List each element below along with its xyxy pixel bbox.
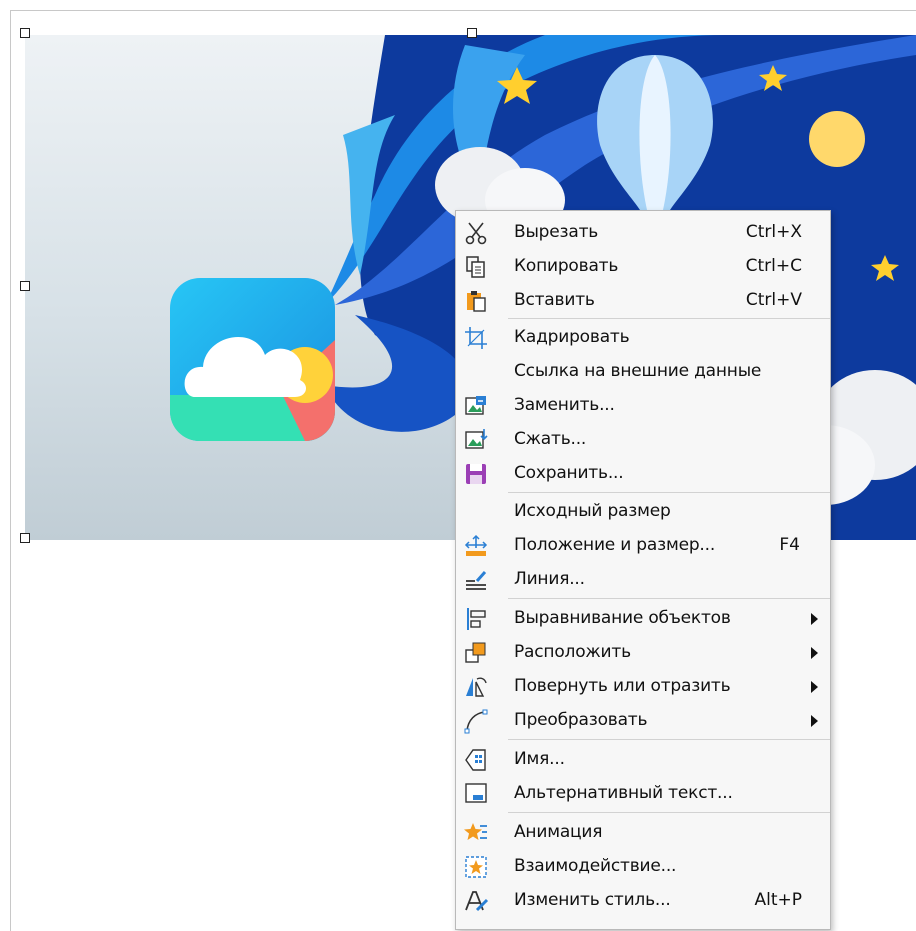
menu-separator xyxy=(508,739,830,740)
menu-item-animation[interactable]: Анимация xyxy=(456,816,830,850)
menu-item-convert[interactable]: Преобразовать xyxy=(456,704,830,738)
menu-item-align-objects[interactable]: Выравнивание объектов xyxy=(456,602,830,636)
menu-item-external-link[interactable]: Ссылка на внешние данные xyxy=(456,355,830,389)
context-menu: Вырезать Ctrl+X Копировать Ctrl+C Встави… xyxy=(455,210,831,930)
animation-icon xyxy=(462,820,490,846)
menu-item-cut[interactable]: Вырезать Ctrl+X xyxy=(456,216,830,250)
menu-item-replace[interactable]: Заменить... xyxy=(456,389,830,423)
scissors-icon xyxy=(462,220,490,246)
menu-separator xyxy=(508,318,830,319)
menu-item-save[interactable]: Сохранить... xyxy=(456,457,830,491)
menu-item-rotate-flip[interactable]: Повернуть или отразить xyxy=(456,670,830,704)
menu-item-position-size[interactable]: Положение и размер... F4 xyxy=(456,529,830,563)
copy-icon xyxy=(462,254,490,280)
name-icon xyxy=(462,747,490,773)
alt-text-icon xyxy=(462,781,490,807)
menu-item-compress[interactable]: Сжать... xyxy=(456,423,830,457)
menu-item-crop[interactable]: Кадрировать xyxy=(456,321,830,355)
line-icon xyxy=(462,567,490,593)
menu-item-original-size[interactable]: Исходный размер xyxy=(456,495,830,529)
menu-item-edit-style[interactable]: Изменить стиль... Alt+P xyxy=(456,884,830,918)
resize-handle-top-left[interactable] xyxy=(20,28,30,38)
crop-icon xyxy=(462,325,490,351)
menu-item-paste[interactable]: Вставить Ctrl+V xyxy=(456,284,830,318)
menu-separator xyxy=(508,812,830,813)
menu-separator xyxy=(508,598,830,599)
align-objects-icon xyxy=(462,606,490,632)
menu-item-copy[interactable]: Копировать Ctrl+C xyxy=(456,250,830,284)
interaction-icon xyxy=(462,854,490,880)
menu-item-name[interactable]: Имя... xyxy=(456,743,830,777)
position-size-icon xyxy=(462,533,490,559)
compress-image-icon xyxy=(462,427,490,453)
submenu-arrow-icon xyxy=(811,681,818,693)
resize-handle-middle-left[interactable] xyxy=(20,281,30,291)
resize-handle-top-middle[interactable] xyxy=(467,28,477,38)
resize-handle-bottom-left[interactable] xyxy=(20,533,30,543)
menu-separator xyxy=(508,492,830,493)
convert-icon xyxy=(462,708,490,734)
submenu-arrow-icon xyxy=(811,613,818,625)
submenu-arrow-icon xyxy=(811,647,818,659)
menu-item-arrange[interactable]: Расположить xyxy=(456,636,830,670)
menu-item-alt-text[interactable]: Альтернативный текст... xyxy=(456,777,830,811)
replace-image-icon xyxy=(462,393,490,419)
menu-item-interaction[interactable]: Взаимодействие... xyxy=(456,850,830,884)
save-icon xyxy=(462,461,490,487)
moon xyxy=(809,111,865,167)
edit-style-icon xyxy=(462,888,490,914)
arrange-icon xyxy=(462,640,490,666)
menu-item-line[interactable]: Линия... xyxy=(456,563,830,597)
submenu-arrow-icon xyxy=(811,715,818,727)
rotate-flip-icon xyxy=(462,674,490,700)
paste-icon xyxy=(462,288,490,314)
